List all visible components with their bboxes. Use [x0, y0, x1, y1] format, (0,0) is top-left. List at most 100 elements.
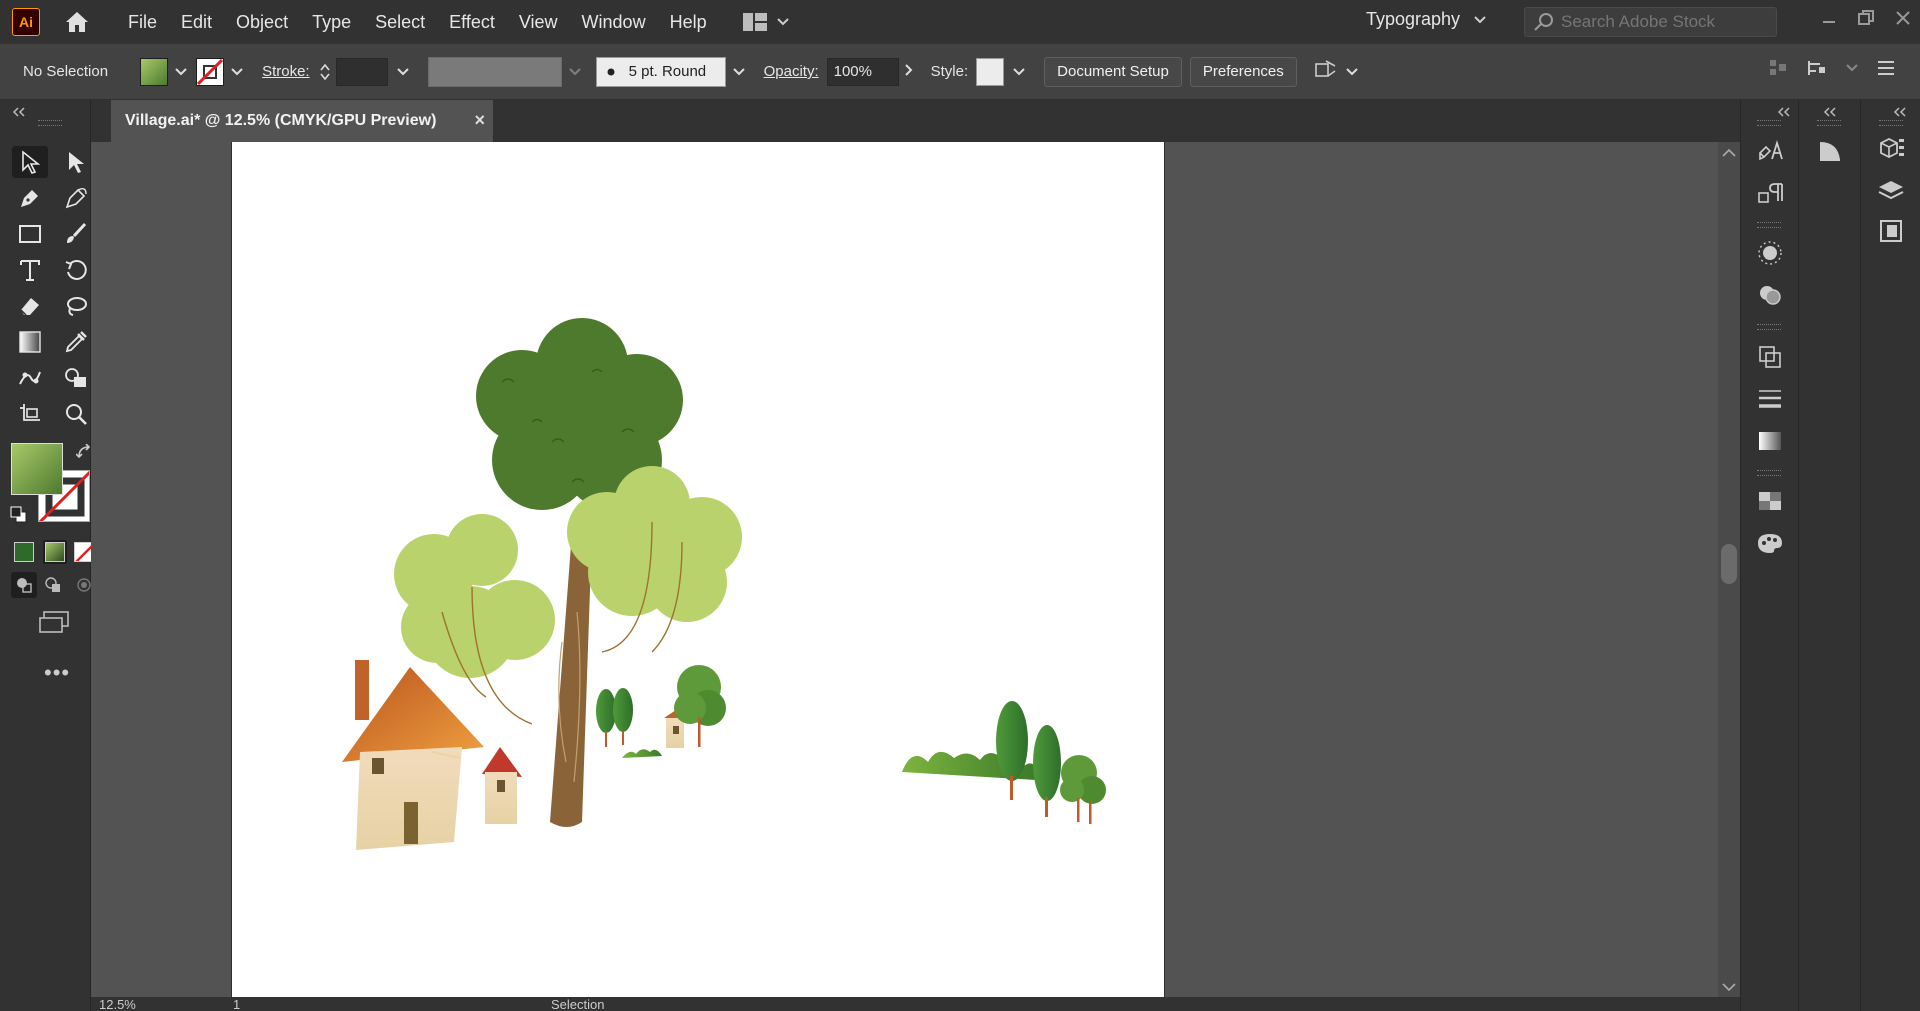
- draw-behind-button[interactable]: [43, 575, 63, 599]
- collapse-arrows-icon[interactable]: [1777, 104, 1791, 121]
- stroke-color-control[interactable]: [196, 57, 244, 86]
- properties-panel-icon[interactable]: [1815, 136, 1845, 166]
- panel-grip[interactable]: [1757, 324, 1781, 330]
- panel-grip[interactable]: [38, 120, 62, 126]
- menu-effect[interactable]: Effect: [437, 12, 507, 33]
- menu-file[interactable]: File: [116, 12, 169, 33]
- align-icon[interactable]: [1768, 58, 1788, 78]
- artboard[interactable]: [231, 142, 1165, 998]
- lasso-tool[interactable]: [58, 290, 94, 322]
- scroll-down-icon[interactable]: [1722, 982, 1736, 992]
- color-mode-button[interactable]: [14, 542, 34, 562]
- zoom-level[interactable]: 12.5%: [99, 997, 136, 1011]
- document-tab[interactable]: Village.ai* @ 12.5% (CMYK/GPU Preview) ×: [111, 100, 493, 142]
- panel-grip[interactable]: [1757, 120, 1781, 126]
- selection-tool[interactable]: [12, 146, 48, 178]
- curvature-tool[interactable]: [58, 182, 94, 214]
- canvas[interactable]: [91, 142, 1718, 1000]
- menu-view[interactable]: View: [507, 12, 570, 33]
- scroll-up-icon[interactable]: [1722, 148, 1736, 158]
- chevron-down-icon[interactable]: [1846, 64, 1858, 72]
- collapse-arrows-icon[interactable]: [1893, 104, 1907, 121]
- rotate-tool[interactable]: [58, 254, 94, 286]
- scrollbar-thumb[interactable]: [1721, 544, 1737, 584]
- graphic-style-swatch[interactable]: [976, 57, 1005, 86]
- menu-type[interactable]: Type: [300, 12, 363, 33]
- variable-width-profile[interactable]: [427, 56, 562, 87]
- panel-grip[interactable]: [1879, 120, 1903, 126]
- menu-object[interactable]: Object: [224, 12, 300, 33]
- opacity-label[interactable]: Opacity:: [764, 63, 819, 80]
- color-guide-panel-icon[interactable]: [1755, 528, 1785, 558]
- swap-colors-icon[interactable]: [75, 443, 92, 464]
- rectangle-tool[interactable]: [12, 218, 48, 250]
- stroke-swatch[interactable]: [196, 57, 225, 86]
- appearance-panel-icon[interactable]: [1755, 238, 1785, 268]
- stroke-weight-stepper[interactable]: [319, 63, 330, 81]
- menu-select[interactable]: Select: [363, 12, 437, 33]
- fill-color-control[interactable]: [140, 57, 188, 86]
- paintbrush-tool[interactable]: [58, 218, 94, 250]
- change-screen-mode-button[interactable]: [38, 610, 70, 638]
- fill-swatch[interactable]: [140, 57, 169, 86]
- graphic-styles-icon[interactable]: [1755, 280, 1785, 310]
- panel-grip[interactable]: [1757, 222, 1781, 228]
- current-tool-status[interactable]: Selection: [551, 997, 604, 1011]
- shape-builder-tool[interactable]: [58, 362, 94, 394]
- transparency-panel-icon[interactable]: [1755, 486, 1785, 516]
- zoom-tool[interactable]: [58, 398, 94, 430]
- pathfinder-panel-icon[interactable]: [1755, 342, 1785, 372]
- home-icon[interactable]: [60, 5, 94, 39]
- chevron-down-icon[interactable]: [1012, 67, 1026, 76]
- panel-menu-icon[interactable]: [1876, 59, 1896, 77]
- stroke-panel-icon[interactable]: [1755, 384, 1785, 414]
- artboard-tool[interactable]: [12, 398, 48, 430]
- chevron-down-icon[interactable]: [1345, 67, 1359, 76]
- chevron-right-icon[interactable]: [904, 63, 913, 80]
- pen-tool[interactable]: [12, 182, 48, 214]
- chevron-down-icon[interactable]: [230, 67, 244, 76]
- preferences-button[interactable]: Preferences: [1189, 56, 1297, 87]
- isolation-icon[interactable]: [1806, 58, 1828, 78]
- gradient-mode-button[interactable]: [43, 540, 67, 564]
- brush-definition[interactable]: 5 pt. Round: [595, 56, 726, 87]
- eyedropper-tool[interactable]: [58, 326, 94, 358]
- menu-edit[interactable]: Edit: [169, 12, 224, 33]
- puppet-warp-tool[interactable]: [12, 362, 48, 394]
- collapse-arrows-icon[interactable]: [1823, 104, 1837, 121]
- stock-search[interactable]: [1524, 7, 1777, 37]
- restore-icon[interactable]: [1858, 10, 1874, 26]
- opacity-input[interactable]: [826, 57, 899, 86]
- character-panel-icon[interactable]: [1755, 136, 1785, 166]
- edit-toolbar-more-icon[interactable]: •••: [44, 660, 70, 686]
- menu-help[interactable]: Help: [658, 12, 719, 33]
- draw-normal-button[interactable]: [11, 572, 37, 598]
- stroke-weight-input[interactable]: [335, 57, 388, 86]
- stroke-label[interactable]: Stroke:: [262, 63, 310, 80]
- direct-selection-tool[interactable]: [58, 146, 94, 178]
- close-tab-icon[interactable]: ×: [474, 110, 485, 131]
- close-icon[interactable]: [1896, 11, 1910, 25]
- artboards-panel-icon[interactable]: [1876, 216, 1906, 246]
- search-input[interactable]: [1561, 12, 1771, 32]
- fill-color-swatch[interactable]: [11, 443, 63, 495]
- document-setup-button[interactable]: Document Setup: [1044, 56, 1182, 87]
- paragraph-panel-icon[interactable]: [1755, 178, 1785, 208]
- gradient-panel-icon[interactable]: [1755, 426, 1785, 456]
- menu-window[interactable]: Window: [570, 12, 658, 33]
- vertical-scrollbar[interactable]: [1718, 142, 1740, 1000]
- chevron-down-icon[interactable]: [732, 67, 746, 76]
- minimize-icon[interactable]: [1822, 11, 1836, 25]
- panel-grip[interactable]: [1817, 120, 1841, 126]
- chevron-down-icon[interactable]: [174, 67, 188, 76]
- artboard-number[interactable]: 1: [233, 997, 240, 1011]
- transform-icon[interactable]: [1313, 58, 1339, 86]
- type-tool[interactable]: [12, 254, 48, 286]
- panel-grip[interactable]: [1757, 470, 1781, 476]
- libraries-panel-icon[interactable]: [1876, 134, 1906, 164]
- collapse-arrows-icon[interactable]: [12, 104, 26, 121]
- default-colors-icon[interactable]: [10, 506, 28, 528]
- gradient-tool[interactable]: [12, 326, 48, 358]
- chevron-down-icon[interactable]: [396, 67, 410, 76]
- arrange-documents-button[interactable]: [742, 13, 789, 31]
